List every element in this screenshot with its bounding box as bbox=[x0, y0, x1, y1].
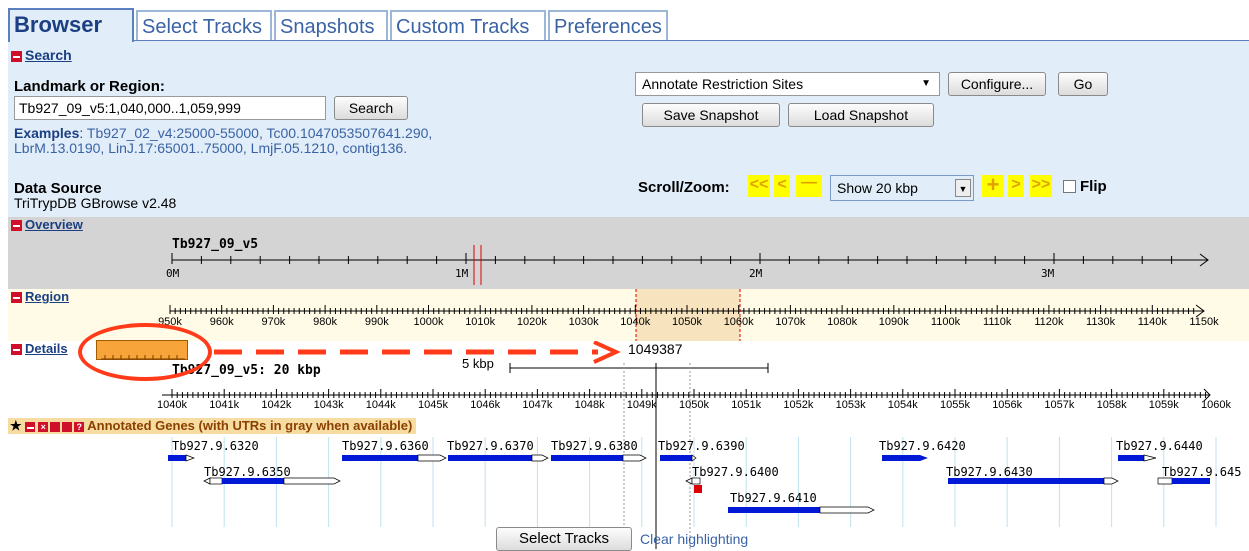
region-tick: 1030k bbox=[568, 316, 599, 328]
region-tick: 970k bbox=[261, 316, 286, 328]
tab-preferences[interactable]: Preferences bbox=[548, 10, 668, 42]
annotation-arrow bbox=[214, 341, 621, 364]
overview-tick: 0M bbox=[166, 267, 180, 280]
scroll-left-button[interactable]: < bbox=[774, 175, 790, 197]
landmark-input[interactable] bbox=[14, 96, 326, 120]
examples-label: Examples bbox=[14, 125, 80, 141]
search-button[interactable]: Search bbox=[334, 96, 408, 120]
gene-glyph[interactable] bbox=[168, 454, 195, 462]
collapse-icon[interactable] bbox=[11, 50, 22, 62]
region-tick: 980k bbox=[313, 316, 338, 328]
region-tick: 1010k bbox=[465, 316, 496, 328]
gene-glyph[interactable] bbox=[342, 454, 447, 462]
region-tick: 1140k bbox=[1137, 316, 1167, 328]
zoom-out-button[interactable]: — bbox=[796, 175, 822, 197]
gene-glyph[interactable] bbox=[948, 477, 1119, 485]
tab-snapshots[interactable]: Snapshots bbox=[274, 10, 388, 42]
search-section-toggle[interactable]: Search bbox=[11, 47, 72, 63]
tab-browser[interactable]: Browser bbox=[8, 8, 134, 42]
gene-glyph[interactable] bbox=[660, 454, 697, 462]
region-tick: 1080k bbox=[827, 316, 858, 328]
example-link[interactable]: LinJ.17:65001..75000 bbox=[108, 140, 243, 156]
scroll-zoom-label: Scroll/Zoom: bbox=[638, 179, 730, 196]
example-link[interactable]: Tc00.1047053507641.290 bbox=[266, 125, 428, 141]
region-tick: 1070k bbox=[775, 316, 806, 328]
details-panel: Details 1049387 5 kbp Tb927_09_v5: 20 kb… bbox=[8, 323, 1249, 551]
zoom-in-button[interactable]: + bbox=[982, 174, 1004, 197]
region-tick: 1110k bbox=[983, 316, 1012, 328]
go-button[interactable]: Go bbox=[1058, 72, 1108, 96]
gene-glyph[interactable] bbox=[882, 455, 928, 461]
region-tick: 1130k bbox=[1086, 316, 1116, 328]
gene-glyph[interactable] bbox=[1157, 477, 1210, 485]
search-section-label[interactable]: Search bbox=[25, 47, 72, 63]
chevron-down-icon: ▼ bbox=[921, 78, 931, 89]
gene-glyph[interactable] bbox=[551, 454, 647, 462]
region-tick: 1150k bbox=[1189, 316, 1219, 328]
gene-glyph[interactable] bbox=[685, 477, 702, 493]
example-link[interactable]: LbrM.13.0190 bbox=[14, 140, 100, 156]
scroll-left-fast-button[interactable]: << bbox=[748, 175, 770, 197]
plugin-select[interactable]: Annotate Restriction Sites ▼ bbox=[635, 72, 940, 96]
region-tick: 1050k bbox=[672, 316, 702, 328]
flip-checkbox[interactable] bbox=[1063, 180, 1076, 193]
region-tick: 1090k bbox=[878, 316, 909, 328]
region-tick: 990k bbox=[364, 316, 389, 328]
region-tick: 1120k bbox=[1034, 316, 1064, 328]
example-link[interactable]: Tb927_02_v4:25000-55000 bbox=[87, 125, 259, 141]
overview-tick: 1M bbox=[455, 267, 469, 280]
example-link[interactable]: LmjF.05.1210 bbox=[251, 140, 335, 156]
overview-ruler bbox=[171, 245, 1209, 285]
overview-tick: 2M bbox=[749, 267, 763, 280]
region-tick: 1020k bbox=[516, 316, 547, 328]
gene-glyph[interactable] bbox=[728, 506, 875, 514]
select-tracks-button[interactable]: Select Tracks bbox=[496, 527, 632, 551]
tab-select-tracks[interactable]: Select Tracks bbox=[136, 10, 272, 42]
scroll-right-fast-button[interactable]: >> bbox=[1030, 175, 1052, 197]
load-snapshot-button[interactable]: Load Snapshot bbox=[788, 103, 934, 127]
data-source-value: TriTrypDB GBrowse v2.48 bbox=[14, 195, 177, 211]
gene-glyph[interactable] bbox=[448, 454, 549, 462]
flip-label: Flip bbox=[1080, 178, 1107, 195]
tab-bar: Browser Select Tracks Snapshots Custom T… bbox=[8, 8, 1249, 42]
region-tick: 1060k bbox=[723, 316, 754, 328]
scroll-right-button[interactable]: > bbox=[1008, 175, 1024, 197]
region-tick: 1000k bbox=[413, 316, 444, 328]
gene-glyph[interactable] bbox=[1118, 454, 1157, 462]
zoom-select[interactable]: Show 20 kbp ▼ bbox=[830, 175, 974, 201]
region-tick: 1100k bbox=[930, 316, 961, 328]
examples-line-2: LbrM.13.0190, LinJ.17:65001..75000, LmjF… bbox=[14, 140, 408, 156]
examples-line-1: Examples: Tb927_02_v4:25000-55000, Tc00.… bbox=[14, 125, 433, 141]
browser-panel: Search Landmark or Region: Search Exampl… bbox=[8, 40, 1249, 551]
overview-tick: 3M bbox=[1041, 267, 1055, 280]
example-link[interactable]: contig136. bbox=[343, 140, 408, 156]
plugin-select-value: Annotate Restriction Sites bbox=[642, 76, 804, 92]
clear-highlighting-link[interactable]: Clear highlighting bbox=[640, 531, 748, 547]
chevron-down-icon: ▼ bbox=[955, 179, 971, 197]
save-snapshot-button[interactable]: Save Snapshot bbox=[642, 103, 780, 127]
landmark-label: Landmark or Region: bbox=[14, 78, 165, 95]
configure-button[interactable]: Configure... bbox=[948, 72, 1046, 96]
region-tick: 960k bbox=[209, 316, 234, 328]
gene-glyph[interactable] bbox=[203, 477, 341, 485]
overview-panel: Overview Tb927_09_v5 0M 1M 2M 3M bbox=[8, 217, 1249, 289]
region-tick: 1040k bbox=[620, 316, 651, 328]
zoom-select-value: Show 20 kbp bbox=[837, 180, 918, 196]
tab-custom-tracks[interactable]: Custom Tracks bbox=[390, 10, 546, 42]
